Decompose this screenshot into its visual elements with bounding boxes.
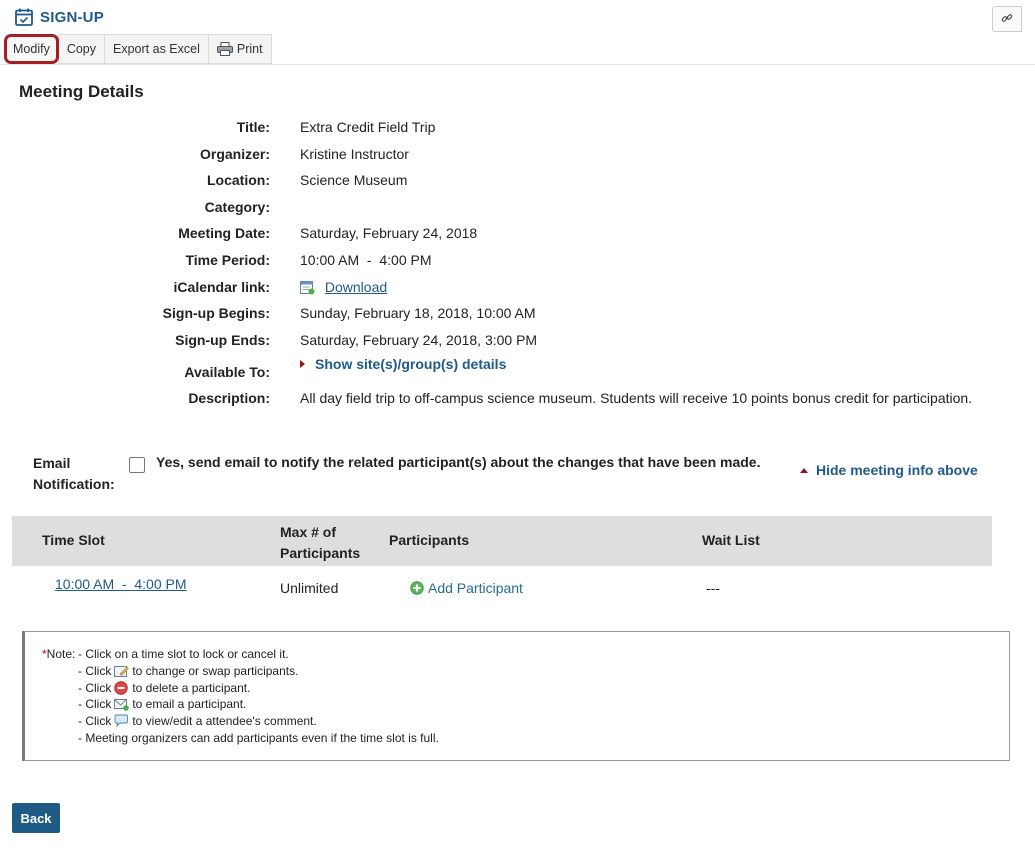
show-groups-link[interactable]: Show site(s)/group(s) details bbox=[315, 356, 506, 372]
icalendar-label: iCalendar link: bbox=[173, 279, 270, 295]
time-slot-text[interactable]: 10:00 AM - 4:00 PM bbox=[55, 576, 187, 592]
description-value: All day field trip to off-campus science… bbox=[300, 390, 973, 406]
email-notification-label: Email Notification: bbox=[33, 453, 133, 495]
note-line-3: - Click to delete a participant. bbox=[78, 680, 250, 697]
link-button[interactable] bbox=[992, 6, 1022, 32]
title-label: Title: bbox=[236, 119, 270, 135]
modify-button[interactable]: Modify bbox=[4, 34, 59, 64]
toolbar-divider bbox=[0, 64, 1035, 65]
toolbar: Modify Copy Export as Excel Print bbox=[4, 34, 272, 64]
add-circle-icon bbox=[410, 581, 424, 595]
signup-ends-value: Saturday, February 24, 2018, 3:00 PM bbox=[300, 332, 538, 348]
note-line-3-prefix: - Click bbox=[78, 681, 112, 695]
calendar-download-icon bbox=[300, 280, 315, 295]
max-participants-value: Unlimited bbox=[280, 580, 339, 596]
note-line-5-text: to view/edit a attendee's comment. bbox=[132, 714, 317, 728]
note-line-2: - Click to change or swap participants. bbox=[78, 663, 298, 680]
meeting-date-value: Saturday, February 24, 2018 bbox=[300, 225, 478, 241]
note-line-4-text: to email a participant. bbox=[132, 697, 247, 711]
email-icon bbox=[114, 697, 130, 711]
header-max-participants: Max # of Participants bbox=[280, 522, 360, 564]
time-period-label: Time Period: bbox=[185, 252, 270, 268]
header-participants: Participants bbox=[389, 532, 470, 548]
hide-meeting-info-link[interactable]: Hide meeting info above bbox=[816, 462, 978, 478]
edit-icon bbox=[114, 664, 130, 678]
export-excel-button[interactable]: Export as Excel bbox=[104, 34, 208, 64]
header-time-slot: Time Slot bbox=[42, 532, 105, 548]
note-line-2-prefix: - Click bbox=[78, 664, 112, 678]
printer-icon bbox=[216, 42, 233, 56]
email-notify-text: Yes, send email to notify the related pa… bbox=[156, 454, 761, 470]
comment-icon bbox=[114, 714, 129, 728]
header-max-line1: Max # of bbox=[280, 524, 337, 540]
back-button[interactable]: Back bbox=[12, 803, 60, 833]
time-period-value: 10:00 AM - 4:00 PM bbox=[300, 252, 432, 268]
collapse-arrow-icon bbox=[800, 468, 808, 473]
organizer-label: Organizer: bbox=[199, 146, 270, 162]
header-wait-list: Wait List bbox=[702, 532, 760, 548]
timeslot-table-header bbox=[12, 516, 992, 566]
download-link[interactable]: Download bbox=[325, 279, 387, 295]
header-max-line2: Participants bbox=[280, 545, 361, 561]
note-line-5-prefix: - Click bbox=[78, 714, 112, 728]
description-label: Description: bbox=[188, 390, 270, 406]
note-line-6: - Meeting organizers can add participant… bbox=[78, 731, 439, 745]
title-value: Extra Credit Field Trip bbox=[300, 119, 436, 135]
print-label: Print bbox=[236, 42, 263, 56]
available-to-label: Available To: bbox=[184, 364, 270, 380]
add-participant-button[interactable]: Add Participant bbox=[410, 580, 523, 596]
note-line-3-text: to delete a participant. bbox=[132, 681, 251, 695]
email-label-line1: Email bbox=[33, 455, 71, 471]
meeting-date-label: Meeting Date: bbox=[178, 225, 270, 241]
calendar-check-icon bbox=[14, 7, 34, 27]
note-line-1: - Click on a time slot to lock or cancel… bbox=[78, 647, 289, 661]
note-line-2-text: to change or swap participants. bbox=[132, 664, 299, 678]
tool-title: SIGN-UP bbox=[14, 5, 104, 29]
icalendar-download[interactable]: Download bbox=[300, 279, 387, 295]
link-icon bbox=[1001, 12, 1013, 27]
location-label: Location: bbox=[207, 172, 270, 188]
page-title: Meeting Details bbox=[19, 82, 144, 101]
note-prefix: *Note: bbox=[42, 646, 75, 663]
email-notify-checkbox[interactable] bbox=[129, 457, 145, 473]
organizer-value: Kristine Instructor bbox=[300, 146, 409, 162]
email-label-line2: Notification: bbox=[33, 476, 115, 492]
expand-arrow-icon bbox=[300, 360, 305, 368]
wait-list-value: --- bbox=[706, 580, 720, 596]
location-value: Science Museum bbox=[300, 172, 408, 188]
show-groups-toggle[interactable]: Show site(s)/group(s) details bbox=[300, 356, 506, 372]
delete-icon bbox=[114, 681, 129, 695]
note-prefix-text: Note: bbox=[46, 647, 76, 661]
add-participant-label[interactable]: Add Participant bbox=[428, 580, 523, 596]
signup-ends-label: Sign-up Ends: bbox=[175, 332, 270, 348]
time-slot-link[interactable]: 10:00 AM - 4:00 PM bbox=[55, 576, 187, 592]
hide-meeting-info-toggle[interactable]: Hide meeting info above bbox=[800, 462, 978, 480]
note-line-4: - Click to email a participant. bbox=[78, 696, 246, 713]
category-label: Category: bbox=[204, 199, 270, 215]
note-line-4-prefix: - Click bbox=[78, 697, 112, 711]
signup-begins-label: Sign-up Begins: bbox=[162, 305, 270, 321]
tool-title-text: SIGN-UP bbox=[40, 8, 104, 26]
signup-begins-value: Sunday, February 18, 2018, 10:00 AM bbox=[300, 305, 536, 321]
note-line-5: - Click to view/edit a attendee's commen… bbox=[78, 713, 317, 730]
print-button[interactable]: Print bbox=[207, 34, 272, 64]
copy-button[interactable]: Copy bbox=[57, 34, 105, 64]
